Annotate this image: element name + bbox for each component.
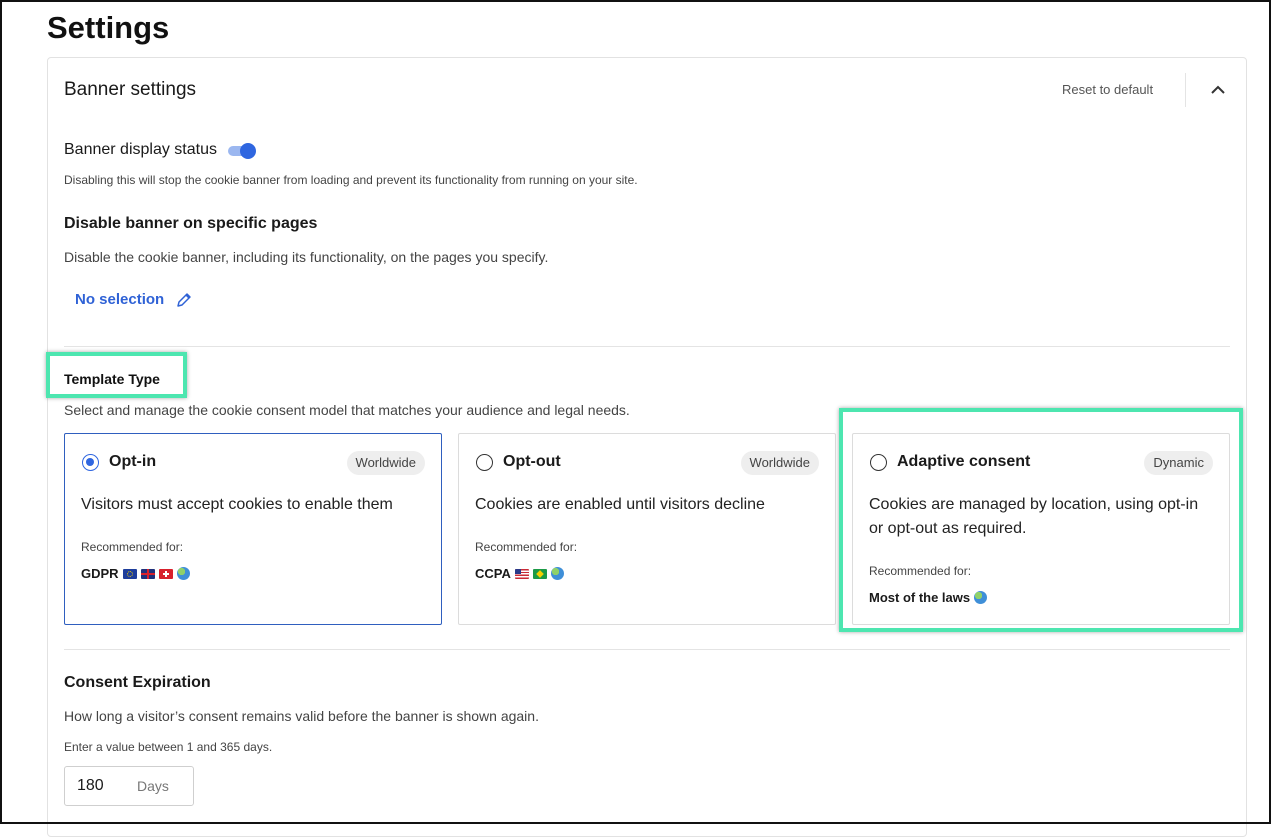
opt-in-laws-text: GDPR: [81, 566, 119, 581]
header-divider: [1185, 73, 1186, 107]
opt-in-badge: Worldwide: [346, 451, 425, 475]
chevron-up-icon[interactable]: [1208, 80, 1228, 100]
adaptive-consent-title: Adaptive consent: [897, 453, 1031, 470]
banner-display-status-label: Banner display status: [64, 141, 217, 158]
us-flag-icon: [514, 568, 529, 579]
globe-icon: [176, 567, 190, 580]
brazil-flag-icon: [532, 568, 547, 579]
consent-expiration-value[interactable]: 180: [77, 777, 137, 795]
opt-in-title: Opt-in: [109, 453, 157, 470]
opt-out-badge: Worldwide: [740, 451, 819, 475]
section-divider: [64, 346, 1230, 347]
globe-icon: [974, 591, 988, 604]
eu-flag-icon: [122, 568, 137, 579]
adaptive-consent-description: Cookies are managed by location, using o…: [869, 496, 1199, 537]
opt-in-recommended-label: Recommended for:: [81, 540, 184, 554]
consent-expiration-hint: Enter a value between 1 and 365 days.: [64, 740, 273, 754]
section-divider: [64, 649, 1230, 650]
consent-expiration-title: Consent Expiration: [64, 674, 211, 691]
disable-pages-title: Disable banner on specific pages: [64, 215, 318, 232]
no-selection-link[interactable]: No selection: [75, 291, 164, 308]
disable-pages-description: Disable the cookie banner, including its…: [64, 249, 549, 265]
globe-icon: [550, 567, 564, 580]
template-type-title: Template Type: [64, 371, 160, 387]
adaptive-consent-radio[interactable]: [870, 454, 887, 471]
template-type-description: Select and manage the cookie consent mod…: [64, 402, 630, 418]
banner-settings-card: Banner settings Reset to default Banner …: [46, 57, 1247, 837]
opt-out-radio[interactable]: [476, 454, 493, 471]
opt-out-laws-text: CCPA: [475, 566, 511, 581]
banner-display-status-toggle[interactable]: [228, 142, 258, 160]
opt-out-description: Cookies are enabled until visitors decli…: [475, 496, 765, 513]
opt-in-description: Visitors must accept cookies to enable t…: [81, 496, 393, 513]
switzerland-flag-icon: [158, 568, 173, 579]
consent-expiration-input[interactable]: 180 Days: [64, 766, 194, 806]
adaptive-consent-laws: Most of the laws: [869, 590, 988, 605]
consent-expiration-unit: Days: [137, 778, 169, 794]
adaptive-consent-badge: Dynamic: [1144, 451, 1213, 475]
opt-in-radio[interactable]: [82, 454, 99, 471]
adaptive-consent-recommended-label: Recommended for:: [869, 564, 972, 578]
template-option-opt-in[interactable]: Opt-in Worldwide Visitors must accept co…: [64, 433, 442, 625]
opt-out-title: Opt-out: [503, 453, 561, 470]
opt-in-laws: GDPR: [81, 566, 190, 581]
adaptive-consent-laws-text: Most of the laws: [869, 590, 971, 605]
banner-settings-title: Banner settings: [64, 79, 197, 100]
opt-out-recommended-label: Recommended for:: [475, 540, 578, 554]
page-title: Settings: [47, 10, 170, 45]
consent-expiration-description: How long a visitor’s consent remains val…: [64, 708, 539, 724]
toggle-knob: [240, 143, 256, 159]
opt-out-laws: CCPA: [475, 566, 564, 581]
uk-flag-icon: [140, 568, 155, 579]
reset-to-default-button[interactable]: Reset to default: [1062, 82, 1153, 97]
template-option-adaptive-consent[interactable]: Adaptive consent Dynamic Cookies are man…: [852, 433, 1230, 625]
template-option-opt-out[interactable]: Opt-out Worldwide Cookies are enabled un…: [458, 433, 836, 625]
banner-display-status-help: Disabling this will stop the cookie bann…: [64, 173, 638, 187]
pencil-icon[interactable]: [175, 291, 193, 309]
